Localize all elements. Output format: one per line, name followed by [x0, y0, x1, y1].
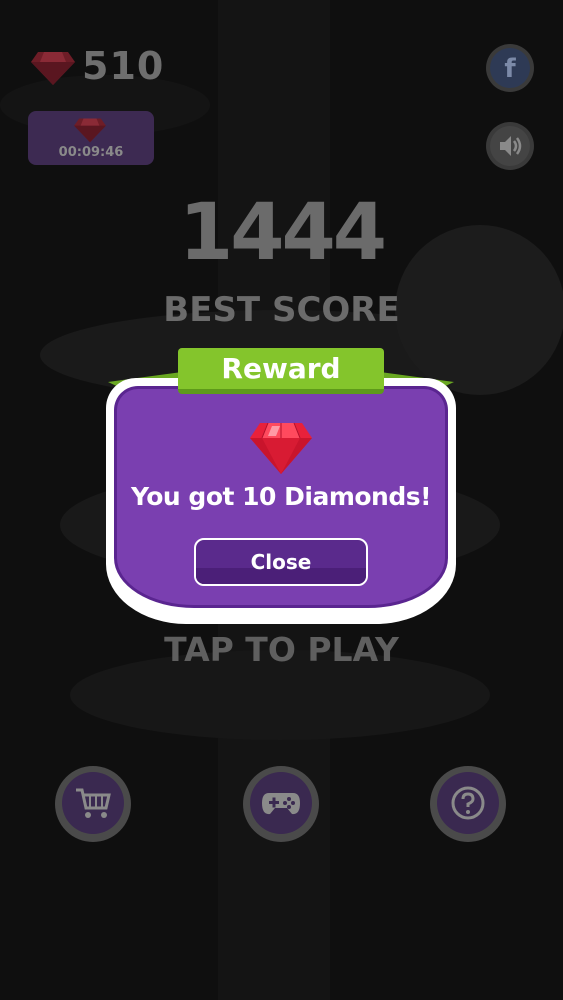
dialog-title-banner: Reward: [178, 348, 384, 394]
sound-toggle-button[interactable]: [486, 122, 534, 170]
shopping-cart-icon: [76, 788, 111, 818]
dialog-title: Reward: [221, 352, 341, 385]
red-diamond-icon: [31, 52, 75, 85]
help-button[interactable]: [430, 766, 506, 842]
help-button-face: [437, 772, 499, 834]
diamond-count: 510: [82, 44, 165, 88]
more-games-button-face: [250, 772, 312, 834]
red-diamond-icon: [74, 118, 106, 143]
question-mark-icon: [451, 786, 485, 820]
timer-countdown: 00:09:46: [58, 145, 124, 160]
diamond-timer-box[interactable]: 00:09:46: [28, 111, 154, 165]
best-score-value: 1444: [178, 188, 387, 278]
best-score-label: BEST SCORE: [163, 290, 400, 330]
reward-dialog: Reward You got 10 Diamonds! Close: [100, 348, 462, 630]
game-screen[interactable]: 510 00:09:46 f 1444 BEST SCORE TAP TO PL…: [0, 0, 563, 1000]
reward-message: You got 10 Diamonds!: [130, 482, 432, 511]
gamepad-icon: [262, 793, 300, 815]
speaker-icon: [490, 126, 530, 166]
close-button[interactable]: Close: [194, 538, 368, 586]
more-games-button[interactable]: [243, 766, 319, 842]
tap-to-play-label[interactable]: TAP TO PLAY: [0, 630, 563, 669]
close-button-label: Close: [250, 550, 312, 574]
facebook-button[interactable]: f: [486, 44, 534, 92]
red-diamond-icon: [250, 422, 312, 474]
shop-button-face: [62, 772, 124, 834]
shop-button[interactable]: [55, 766, 131, 842]
facebook-icon: f: [490, 48, 530, 88]
